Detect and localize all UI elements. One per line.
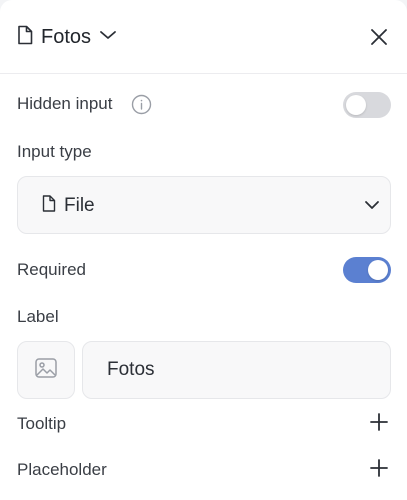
hidden-input-label: Hidden input <box>17 94 113 113</box>
input-type-select[interactable]: File <box>17 176 391 234</box>
plus-icon <box>369 412 389 437</box>
toggle-knob <box>346 95 366 115</box>
required-label: Required <box>17 260 86 279</box>
panel-header: Fotos <box>0 0 407 74</box>
file-icon <box>17 25 33 50</box>
field-settings-panel: Fotos Hidden input Input type File Requi… <box>0 0 407 500</box>
input-type-selected: File <box>42 177 95 235</box>
required-toggle[interactable] <box>343 257 391 283</box>
field-title-dropdown[interactable]: Fotos <box>17 22 117 52</box>
image-icon <box>34 357 58 384</box>
label-section-label: Label <box>17 307 59 326</box>
input-type-value: File <box>64 195 95 216</box>
close-icon <box>370 28 388 51</box>
add-placeholder-button[interactable] <box>367 458 391 482</box>
tooltip-label: Tooltip <box>17 414 67 433</box>
file-icon <box>42 195 56 217</box>
info-icon[interactable] <box>131 94 152 120</box>
hidden-input-toggle[interactable] <box>343 92 391 118</box>
label-image-button[interactable] <box>17 341 75 399</box>
chevron-down-icon <box>363 198 381 217</box>
label-input[interactable] <box>82 341 391 399</box>
add-tooltip-button[interactable] <box>367 412 391 436</box>
chevron-down-icon <box>99 28 117 46</box>
placeholder-label: Placeholder <box>17 460 107 479</box>
input-type-label: Input type <box>17 142 92 161</box>
close-button[interactable] <box>364 24 394 54</box>
field-title: Fotos <box>41 25 92 48</box>
plus-icon <box>369 458 389 483</box>
toggle-knob <box>368 260 388 280</box>
